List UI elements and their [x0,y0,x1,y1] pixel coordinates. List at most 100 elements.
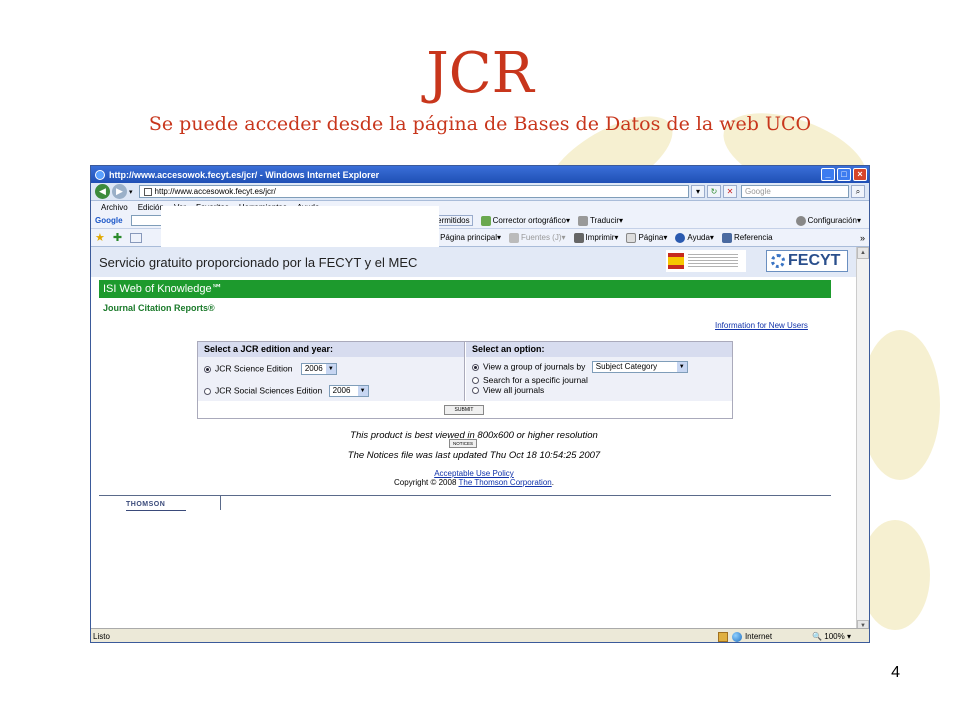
page-icon [143,187,152,196]
group-journals-radio[interactable] [472,363,479,371]
ministry-logo [666,250,746,272]
edition-header: Select a JCR edition and year: [198,342,465,357]
submit-button[interactable]: SUBMIT [444,405,484,415]
help-button[interactable]: Ayuda ▾ [675,232,714,243]
zoom-value: 100% [824,632,845,641]
refresh-icon[interactable]: ↻ [707,185,721,198]
slide-title: JCR [426,41,534,106]
background-decoration [860,330,940,480]
zone-label: Internet [744,632,773,641]
new-users-info-link[interactable]: Information for New Users [715,321,808,330]
home-label: Página principal [440,233,498,242]
search-journal-option[interactable]: Search for a specific journal [472,375,588,385]
fecyt-logo[interactable]: FECYT [766,250,848,272]
all-journals-radio[interactable] [472,387,479,395]
subject-category-select[interactable]: Subject Category ▼ [591,361,688,373]
jcr-label: Journal Citation Reports® [103,303,215,313]
thomson-logo-underline [126,510,186,511]
google-toolbar-logo: Google [95,216,123,225]
slide-page-number: 4 [891,664,900,681]
menu-edicion[interactable]: Edición [138,203,164,212]
reference-button[interactable]: Referencia [721,232,773,243]
search-input[interactable]: Google [741,185,849,198]
science-year-select[interactable]: 2006 ▼ [300,363,337,375]
url-input[interactable]: http://www.accesowok.fecyt.es/jcr/ [138,185,689,198]
spellcheck-label: Corrector ortográfico [492,216,566,225]
back-button[interactable]: ◀ [95,184,110,199]
science-year-value: 2006 [304,364,323,373]
scroll-up-icon[interactable]: ▲ [857,247,869,259]
tabs-grid-icon[interactable] [130,232,143,243]
search-icon[interactable]: ⌕ [851,185,865,198]
chevron-down-icon: ▼ [676,362,687,372]
social-edition-label: JCR Social Sciences Edition [215,385,323,396]
menu-archivo[interactable]: Archivo [101,203,128,212]
ie-logo-icon [95,169,105,180]
translate-label: Traducir [589,216,620,225]
feeds-button[interactable]: Fuentes (J) ▾ [509,232,566,243]
close-icon[interactable]: × [853,168,867,181]
reference-label: Referencia [733,233,773,242]
toolbar-overflow-icon[interactable]: » [860,233,865,243]
page-menu-icon [626,232,637,243]
slide-subtitle: Se puede acceder desde la página de Base… [148,113,812,135]
forward-button[interactable]: ▶ [112,184,127,199]
social-year-select[interactable]: 2006 ▼ [328,385,369,397]
stop-icon[interactable]: ✕ [723,185,737,198]
settings-label: Configuración [807,216,857,225]
page-button[interactable]: Página ▾ [626,232,667,243]
chevron-down-icon: ▼ [357,386,368,396]
view-options: View a group of journals by Subject Cate… [466,357,732,401]
vertical-scrollbar[interactable]: ▲ ▼ [856,247,869,632]
maximize-icon[interactable]: □ [837,168,851,181]
status-text: Listo [93,632,110,641]
translate-button[interactable]: Traducir ▾ [577,215,623,226]
copyright-prefix: Copyright © 2008 [394,478,457,487]
background-decoration [860,520,930,630]
favorites-star-icon[interactable]: ★ [95,231,105,244]
thomson-corporation-link[interactable]: The Thomson Corporation [458,478,551,487]
add-favorites-icon[interactable]: ✚ [113,231,122,244]
social-edition-option[interactable]: JCR Social Sciences Edition 2006 ▼ [204,385,369,397]
social-edition-radio[interactable] [204,387,211,395]
chevron-down-icon: ▼ [325,364,336,374]
isi-header-bar: ISI Web of Knowledge℠ [99,280,831,298]
subject-category-value: Subject Category [595,362,658,371]
acceptable-use-link[interactable]: Acceptable Use Policy [91,469,857,478]
notices-updated-note: The Notices file was last updated Thu Oc… [347,450,601,461]
status-bar: Listo Internet 🔍 100% ▾ [91,628,869,642]
gear-icon [795,215,806,226]
notices-button[interactable]: NOTICES [449,439,477,448]
all-journals-option[interactable]: View all journals [472,385,544,395]
minimize-icon[interactable]: _ [821,168,835,181]
fecyt-ring-icon [771,254,785,268]
page-label: Página [638,233,664,242]
science-edition-radio[interactable] [204,365,211,373]
feed-icon [509,232,520,243]
browser-window: http://www.accesowok.fecyt.es/jcr/ - Win… [90,165,870,643]
fecyt-banner-text: Servicio gratuito proporcionado por la F… [99,254,418,270]
settings-button[interactable]: Configuración ▾ [795,215,861,226]
thomson-logo: THOMSON [126,501,166,508]
search-journal-radio[interactable] [472,377,479,385]
spellcheck-button[interactable]: Corrector ortográfico ▾ [480,215,570,226]
science-edition-label: JCR Science Edition [215,363,293,374]
print-button[interactable]: Imprimir ▾ [573,232,618,243]
history-dropdown-icon[interactable]: ▾ [129,188,133,196]
ministry-logo-text [688,254,738,268]
feeds-label: Fuentes (J) [521,233,562,242]
url-dropdown-icon[interactable]: ▾ [691,185,705,198]
reference-icon [721,232,732,243]
all-journals-label: View all journals [483,385,545,395]
translate-icon [577,215,588,226]
search-journal-label: Search for a specific journal [483,375,588,385]
window-titlebar: http://www.accesowok.fecyt.es/jcr/ - Win… [91,166,869,183]
fecyt-banner: Servicio gratuito proporcionado por la F… [91,247,857,277]
popup-blocker-icon [717,631,728,642]
science-edition-option[interactable]: JCR Science Edition 2006 ▼ [204,363,337,375]
help-label: Ayuda [687,233,710,242]
zoom-level[interactable]: 🔍 100% ▾ [812,632,851,641]
copyright-suffix: . [551,478,554,487]
home-button[interactable]: Página principal ▾ [428,232,501,243]
group-journals-option[interactable]: View a group of journals by Subject Cate… [472,361,688,373]
